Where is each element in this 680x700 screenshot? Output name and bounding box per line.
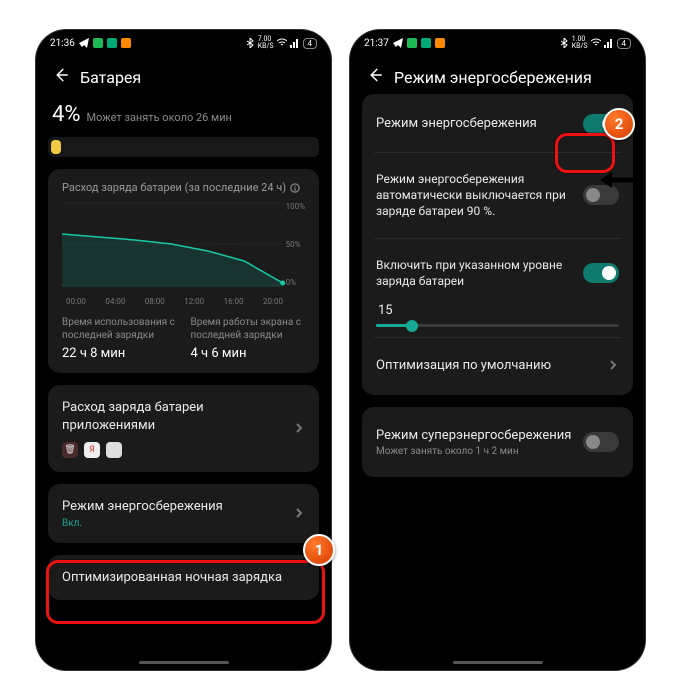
status-bar: 21:37 1.00KB/S 4 <box>350 30 645 56</box>
night-charge-title: Оптимизированная ночная зарядка <box>62 569 282 587</box>
phone-battery-screen: 21:36 7.00KB/S 4 Батарея 4% Может занять… <box>36 30 331 670</box>
app-icon-a: 🗑 <box>62 442 78 458</box>
app-icon-3 <box>121 38 131 48</box>
signal-icon <box>290 38 300 48</box>
app-icon-2 <box>421 38 431 48</box>
row-super-powersave: Режим суперэнергосбережения Может занять… <box>376 419 619 466</box>
battery-bar <box>48 137 319 157</box>
super-powersave-label: Режим суперэнергосбережения <box>376 427 583 445</box>
app-icon-1 <box>407 38 417 48</box>
powersave-main-label: Режим энергосбережения <box>376 115 537 133</box>
apps-usage-card[interactable]: Расход заряда батареи приложениями 🗑 Я ⋯ <box>48 385 319 472</box>
wifi-icon <box>277 38 287 48</box>
chart-y-50: 50% <box>286 240 305 249</box>
status-bar: 21:36 7.00KB/S 4 <box>36 30 331 56</box>
enable-at-level-label: Включить при указанном уровне заряда бат… <box>376 257 583 289</box>
app-icon-2 <box>107 38 117 48</box>
super-powersave-card: Режим суперэнергосбережения Может занять… <box>362 407 633 478</box>
app-icon-3 <box>435 38 445 48</box>
battery-bar-fill <box>51 140 61 154</box>
telegram-icon <box>79 38 89 48</box>
bluetooth-icon <box>245 38 255 48</box>
power-saving-title: Режим энергосбережения <box>62 498 293 516</box>
status-time: 21:37 <box>364 38 389 49</box>
back-icon[interactable] <box>366 66 384 88</box>
wifi-icon <box>591 38 601 48</box>
row-auto-off: Режим энергосбережения автоматически вык… <box>376 163 619 228</box>
threshold-slider-row: 15 <box>376 303 619 327</box>
stat-usage-value: 22 ч 8 мин <box>62 346 177 361</box>
app-icon-b: Я <box>84 442 100 458</box>
page-title: Батарея <box>80 68 141 87</box>
chart-y-0: 0% <box>286 278 305 287</box>
stat-screen-value: 4 ч 6 мин <box>191 346 306 361</box>
powersave-settings-card: Режим энергосбережения Режим энергосбере… <box>362 94 633 395</box>
stat-usage-label: Время использования с последней зарядки <box>62 316 177 342</box>
page-header: Режим энергосбережения <box>350 56 645 94</box>
net-speed: 1.00KB/S <box>572 36 588 50</box>
status-time: 21:36 <box>50 38 75 49</box>
page-header: Батарея <box>36 56 331 94</box>
stat-screen-label: Время работы экрана с последней зарядки <box>191 316 306 342</box>
bluetooth-icon <box>559 38 569 48</box>
threshold-value: 15 <box>378 303 619 318</box>
app-icon-1 <box>93 38 103 48</box>
phone-powersave-screen: 21:37 1.00KB/S 4 Режим энергосбережения … <box>350 30 645 670</box>
telegram-icon <box>393 38 403 48</box>
battery-percent: 4% <box>52 102 80 127</box>
chevron-right-icon <box>293 504 305 523</box>
row-default-opt[interactable]: Оптимизация по умолчанию <box>376 348 619 383</box>
signal-icon <box>604 38 614 48</box>
page-title: Режим энергосбережения <box>394 68 592 87</box>
callout-badge-2: 2 <box>603 108 635 140</box>
nav-handle[interactable] <box>453 661 543 664</box>
power-saving-status: Вкл. <box>62 518 293 529</box>
app-icon-c: ⋯ <box>106 442 122 458</box>
arrow-icon <box>598 168 642 196</box>
battery-indicator: 4 <box>303 38 318 49</box>
row-enable-at-level: Включить при указанном уровне заряда бат… <box>376 249 619 297</box>
usage-title: Расход заряда батареи (за последние 24 ч… <box>62 181 286 194</box>
chart-x-axis: 00:0004:0008:0012:0016:0020:00 <box>62 295 305 306</box>
nav-handle[interactable] <box>139 661 229 664</box>
back-icon[interactable] <box>52 66 70 88</box>
threshold-slider[interactable] <box>376 324 619 327</box>
super-powersave-sub: Может занять около 1 ч 2 мин <box>376 446 583 457</box>
info-icon[interactable] <box>290 183 300 193</box>
charge-estimate: Может занять около 26 мин <box>86 111 231 124</box>
battery-percent-row: 4% Может занять около 26 мин <box>48 94 319 133</box>
toggle-super-powersave[interactable] <box>583 432 619 452</box>
night-charge-card[interactable]: Оптимизированная ночная зарядка <box>48 555 319 601</box>
usage-card: Расход заряда батареи (за последние 24 ч… <box>48 169 319 373</box>
auto-off-label: Режим энергосбережения автоматически вык… <box>376 171 583 220</box>
battery-chart: 100% 50% 0% <box>62 202 305 287</box>
callout-badge-1: 1 <box>303 534 335 566</box>
row-powersave-main: Режим энергосбережения <box>376 106 619 142</box>
app-icons-row: 🗑 Я ⋯ <box>62 442 293 458</box>
toggle-enable-at-level[interactable] <box>583 263 619 283</box>
default-opt-label: Оптимизация по умолчанию <box>376 357 551 375</box>
chevron-right-icon <box>607 356 619 375</box>
power-saving-card[interactable]: Режим энергосбережения Вкл. <box>48 484 319 543</box>
chart-y-100: 100% <box>286 202 305 211</box>
net-speed: 7.00KB/S <box>258 36 274 50</box>
battery-indicator: 4 <box>617 38 632 49</box>
chevron-right-icon <box>293 419 305 438</box>
apps-usage-title: Расход заряда батареи приложениями <box>62 399 293 434</box>
